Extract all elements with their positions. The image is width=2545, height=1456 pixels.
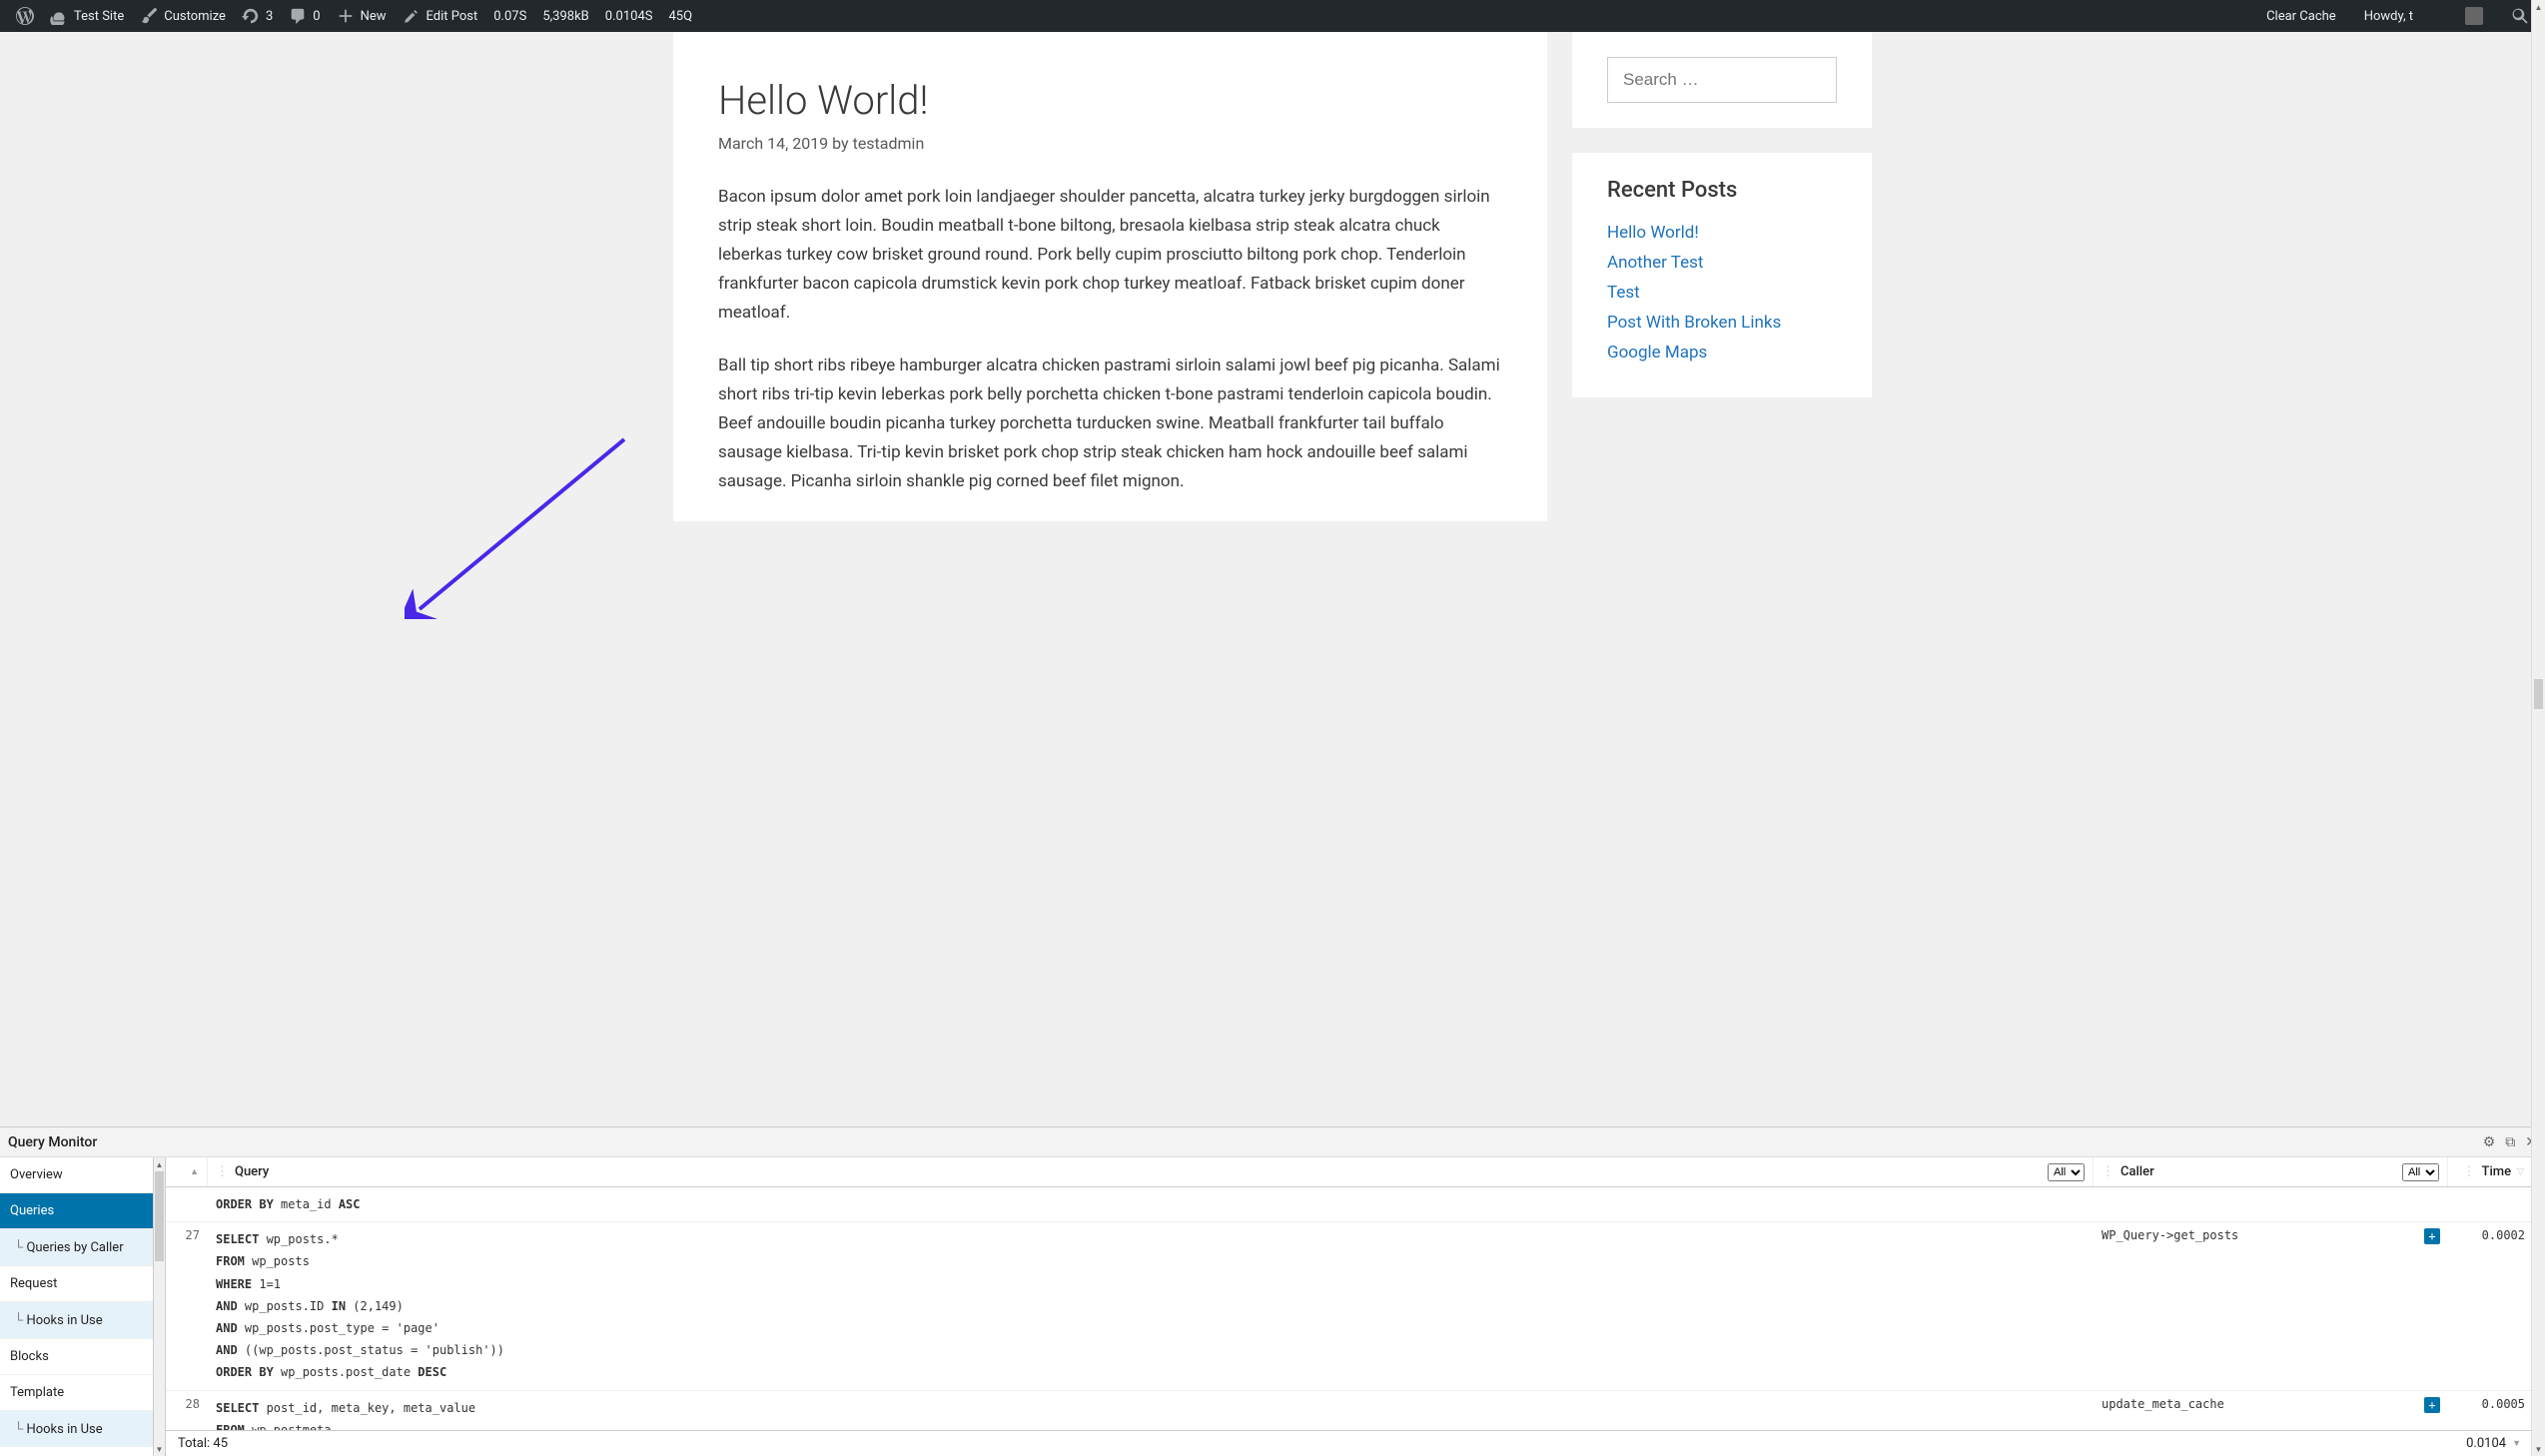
- query-sql: SELECT post_id, meta_key, meta_valueFROM…: [208, 1391, 2094, 1431]
- search-input[interactable]: [1607, 57, 1837, 103]
- query-time: 0.0002: [2448, 1222, 2533, 1389]
- updates-count: 3: [266, 9, 273, 24]
- qm-nav-hooks-in-use-2[interactable]: Hooks in Use: [0, 1411, 153, 1447]
- qm-nav-overview[interactable]: Overview: [0, 1157, 153, 1193]
- qm-nav-hooks-in-use[interactable]: Hooks in Use: [0, 1302, 153, 1339]
- row-number: 27: [166, 1222, 208, 1389]
- post-paragraph: Ball tip short ribs ribeye hamburger alc…: [718, 352, 1502, 495]
- qm-nav-queries[interactable]: Queries: [0, 1193, 153, 1229]
- qm-col-time[interactable]: ⋮ Time ▽: [2448, 1157, 2533, 1186]
- query-caller: update_meta_cache+: [2094, 1391, 2448, 1431]
- wordpress-icon: [16, 7, 34, 25]
- recent-posts-list: Hello World! Another Test Test Post With…: [1607, 223, 1837, 363]
- customize-link[interactable]: Customize: [132, 0, 234, 32]
- comments-count: 0: [313, 9, 320, 24]
- qm-footer: Total: 45 0.0104 ▼: [166, 1430, 2533, 1456]
- site-name: Test Site: [74, 9, 124, 24]
- caller-filter-select[interactable]: All: [2402, 1163, 2439, 1181]
- qm-table-header: ▲ ⋮ Query All ⋮ Caller All ⋮ Time ▽: [166, 1157, 2533, 1187]
- qm-nav-queries-by-caller[interactable]: Queries by Caller: [0, 1229, 153, 1266]
- recent-post-link[interactable]: Another Test: [1607, 253, 1703, 273]
- scroll-thumb[interactable]: [2534, 679, 2543, 709]
- recent-post-link[interactable]: Post With Broken Links: [1607, 313, 1781, 333]
- stat-time1[interactable]: 0.07S: [485, 0, 534, 32]
- sort-desc-icon[interactable]: ▼: [2512, 1438, 2521, 1449]
- admin-bar: Test Site Customize 3 0 New: [0, 0, 2545, 32]
- query-sql: SELECT wp_posts.*FROM wp_postsWHERE 1=1A…: [208, 1222, 2094, 1389]
- refresh-icon: [242, 7, 260, 25]
- row-number: 28: [166, 1391, 208, 1431]
- qm-header: Query Monitor ⚙ ⧉ ✕: [0, 1127, 2545, 1157]
- pencil-icon: [403, 7, 421, 25]
- qm-footer-time: 0.0104: [2466, 1436, 2506, 1451]
- dashboard-icon: [50, 7, 68, 25]
- wordpress-logo[interactable]: [8, 0, 42, 32]
- query-time: 0.0005: [2448, 1391, 2533, 1431]
- query-fragment: ORDER BY meta_id ASC: [208, 1187, 2094, 1221]
- expand-button[interactable]: +: [2424, 1228, 2440, 1244]
- post-body: Bacon ipsum dolor amet pork loin landjae…: [718, 183, 1502, 496]
- qm-col-query: ⋮ Query All: [208, 1157, 2094, 1186]
- stat-time2[interactable]: 0.0104S: [597, 0, 661, 32]
- site-name-link[interactable]: Test Site: [42, 0, 132, 32]
- qm-title: Query Monitor: [8, 1134, 97, 1150]
- qm-nav-blocks[interactable]: Blocks: [0, 1339, 153, 1375]
- query-caller: WP_Query->get_posts+: [2094, 1222, 2448, 1389]
- brush-icon: [140, 7, 158, 25]
- user-greeting[interactable]: Howdy, t: [2356, 0, 2491, 32]
- query-monitor-panel: Query Monitor ⚙ ⧉ ✕ Overview Queries Que…: [0, 1126, 2545, 1456]
- scroll-down-icon[interactable]: ▼: [154, 1442, 165, 1456]
- edit-post-link[interactable]: Edit Post: [395, 0, 486, 32]
- search-widget: [1572, 32, 1872, 128]
- recent-post-link[interactable]: Hello World!: [1607, 223, 1699, 243]
- edit-post-label: Edit Post: [426, 9, 478, 24]
- popout-icon[interactable]: ⧉: [2505, 1134, 2515, 1150]
- plus-icon: [337, 7, 355, 25]
- stat-queries[interactable]: 45Q: [660, 0, 700, 32]
- scroll-down-icon[interactable]: ▼: [2532, 1442, 2545, 1456]
- scroll-up-icon[interactable]: ▲: [2532, 0, 2545, 14]
- qm-col-caller: ⋮ Caller All: [2094, 1157, 2448, 1186]
- qm-total: Total: 45: [178, 1436, 228, 1451]
- qm-nav-scrollbar[interactable]: ▲ ▼: [154, 1157, 166, 1456]
- post-meta: March 14, 2019 by testadmin: [718, 134, 1502, 153]
- sort-desc-icon: ▽: [2517, 1167, 2524, 1177]
- updates-link[interactable]: 3: [234, 0, 281, 32]
- browser-scrollbar[interactable]: ▲ ▼: [2531, 0, 2545, 1456]
- sidebar-column: Recent Posts Hello World! Another Test T…: [1572, 32, 1872, 521]
- clear-cache-link[interactable]: Clear Cache: [2258, 0, 2344, 32]
- expand-button[interactable]: +: [2424, 1397, 2440, 1413]
- table-row: 28 SELECT post_id, meta_key, meta_valueF…: [166, 1391, 2533, 1431]
- recent-post-link[interactable]: Test: [1607, 283, 1640, 303]
- widget-title: Recent Posts: [1607, 178, 1837, 203]
- qm-nav: Overview Queries Queries by Caller Reque…: [0, 1157, 154, 1456]
- qm-nav-request[interactable]: Request: [0, 1266, 153, 1302]
- stat-memory[interactable]: 5,398kB: [534, 0, 596, 32]
- scroll-up-icon[interactable]: ▲: [154, 1157, 165, 1171]
- new-label: New: [361, 9, 387, 24]
- comments-link[interactable]: 0: [281, 0, 328, 32]
- query-filter-select[interactable]: All: [2048, 1163, 2085, 1181]
- scroll-thumb[interactable]: [155, 1171, 164, 1261]
- customize-label: Customize: [164, 9, 226, 24]
- avatar: [2465, 7, 2483, 25]
- recent-posts-widget: Recent Posts Hello World! Another Test T…: [1572, 153, 1872, 397]
- sort-asc-icon: ▲: [190, 1166, 199, 1177]
- page-content: Hello World! March 14, 2019 by testadmin…: [0, 32, 2545, 1126]
- gear-icon[interactable]: ⚙: [2483, 1134, 2496, 1150]
- post-paragraph: Bacon ipsum dolor amet pork loin landjae…: [718, 183, 1502, 327]
- qm-nav-template[interactable]: Template: [0, 1375, 153, 1411]
- main-column: Hello World! March 14, 2019 by testadmin…: [673, 32, 1547, 521]
- table-row: 27 SELECT wp_posts.*FROM wp_postsWHERE 1…: [166, 1222, 2533, 1390]
- qm-col-num[interactable]: ▲: [166, 1157, 208, 1186]
- recent-post-link[interactable]: Google Maps: [1607, 343, 1707, 363]
- new-link[interactable]: New: [329, 0, 395, 32]
- search-icon: [2511, 7, 2529, 25]
- comment-icon: [289, 7, 307, 25]
- qm-rows: ORDER BY meta_id ASC 27 SELECT wp_posts.…: [166, 1187, 2533, 1430]
- post-title: Hello World!: [718, 77, 1502, 124]
- qm-main: ▲ ⋮ Query All ⋮ Caller All ⋮ Time ▽: [166, 1157, 2533, 1456]
